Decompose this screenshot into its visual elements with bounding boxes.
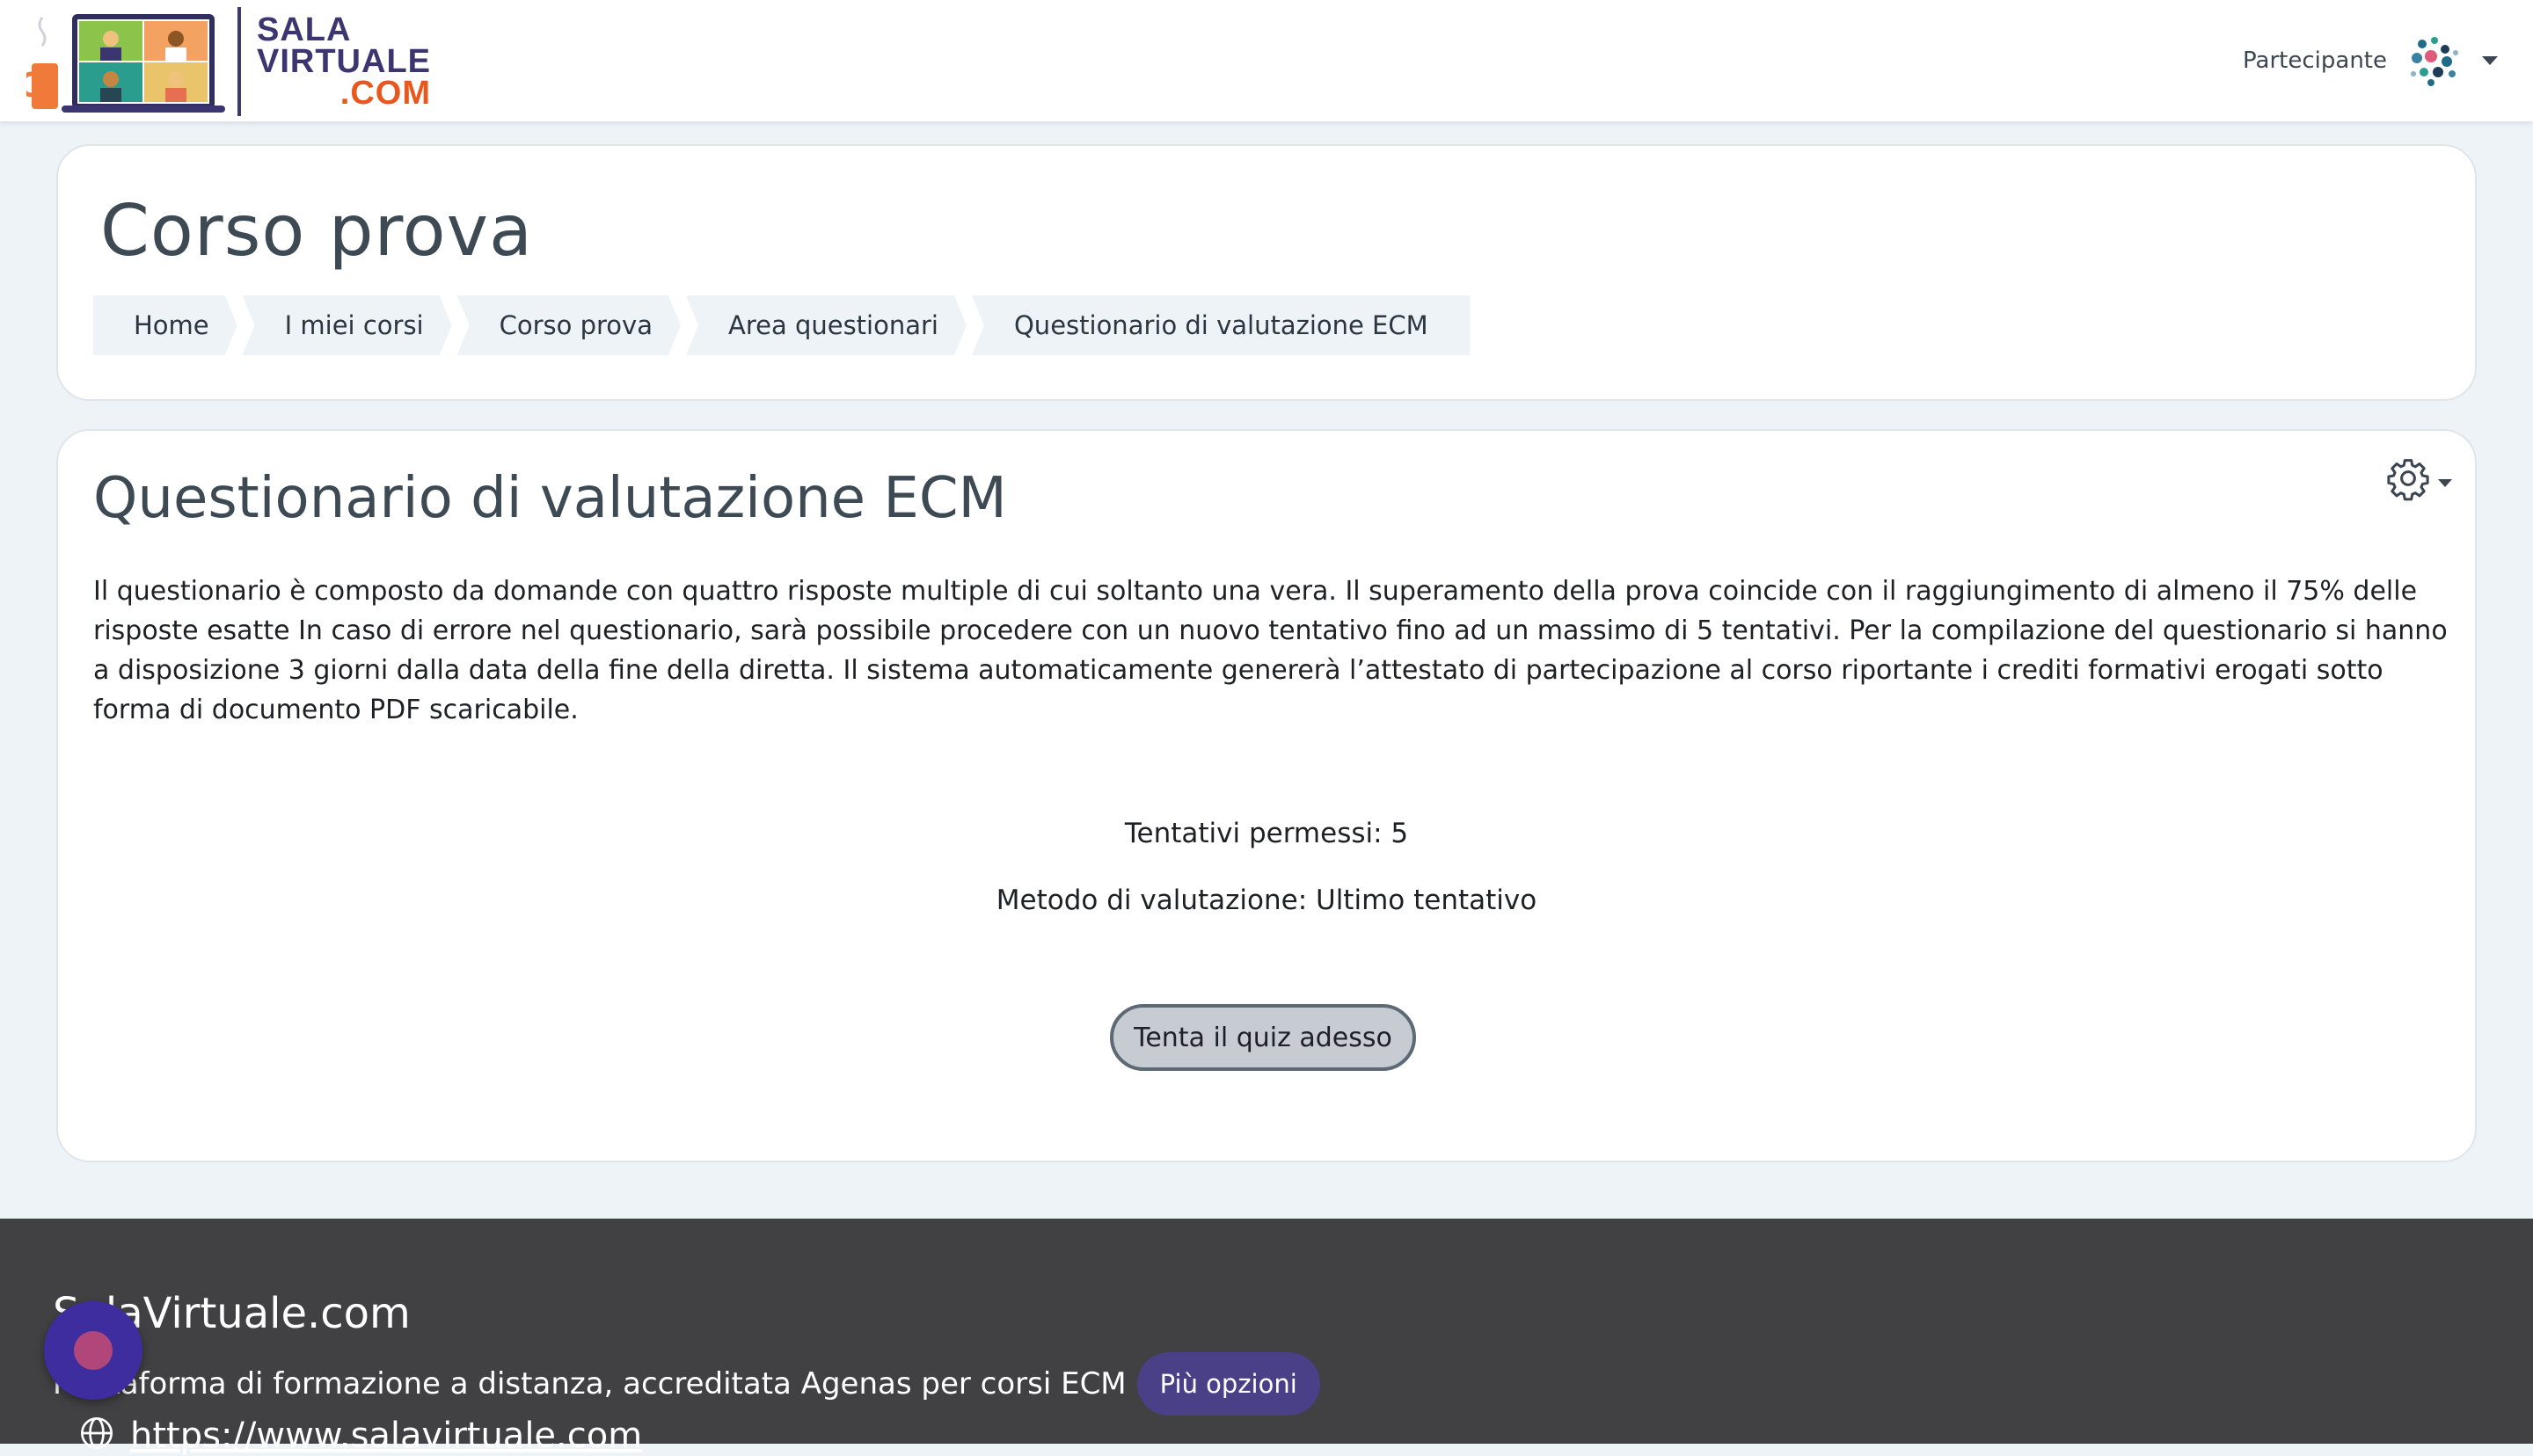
user-avatar [2411,37,2458,86]
attempt-quiz-button[interactable]: Tenta il quiz adesso [1110,1004,1416,1071]
breadcrumb-home[interactable]: Home [93,295,237,355]
page-title: Corso prova [100,190,533,272]
footer-description: Piattaforma di formazione a distanza, ac… [53,1366,1127,1401]
footer-description-row: Piattaforma di formazione a distanza, ac… [53,1352,1320,1416]
more-options-button[interactable]: Più opzioni [1136,1352,1320,1416]
attempts-allowed: Tentativi permessi: 5 [1124,818,1409,849]
gear-icon [2387,459,2429,501]
settings-menu-toggle[interactable] [2385,455,2452,501]
breadcrumb-course[interactable]: Corso prova [457,295,681,355]
breadcrumb-current-quiz[interactable]: Questionario di valutazione ECM [971,295,1471,355]
logo-divider [237,7,241,116]
chevron-down-icon [2438,478,2452,487]
user-name: Partecipante [2243,47,2387,74]
site-footer: SalaVirtuale.com Piattaforma di formazio… [0,1219,2533,1456]
site-logo[interactable]: SALA VIRTUALE .COM [26,7,440,116]
logo-line-2: VIRTUALE [257,43,431,80]
user-menu-toggle[interactable]: Partecipante [2243,30,2498,91]
logo-line-1: SALA [257,11,352,48]
page-header-card: Corso prova Home I miei corsi Corso prov… [56,144,2477,401]
quiz-card: Questionario di valutazione ECM Il quest… [56,429,2477,1162]
globe-icon [81,1417,113,1449]
chat-fab-button[interactable] [44,1301,142,1400]
grading-method: Metodo di valutazione: Ultimo tentativo [996,885,1537,916]
quiz-title: Questionario di valutazione ECM [93,466,1007,531]
quiz-intro-text: Il questionario è composto da domande co… [93,576,2448,725]
logo-wordmark: SALA VIRTUALE .COM [257,11,431,112]
chat-fab-icon [74,1331,113,1370]
top-navbar: SALA VIRTUALE .COM Partecipante [0,0,2533,121]
breadcrumb: Home I miei corsi Corso prova Area quest… [93,295,1476,355]
footer-url: https://www.salavirtuale.com [130,1416,643,1456]
breadcrumb-my-courses[interactable]: I miei corsi [243,295,452,355]
footer-website-link[interactable]: https://www.salavirtuale.com [81,1416,642,1456]
chevron-down-icon [2482,56,2498,65]
logo-illustration [26,14,225,113]
breadcrumb-quiz-area[interactable]: Area questionari [686,295,967,355]
logo-line-3: .COM [339,75,431,112]
